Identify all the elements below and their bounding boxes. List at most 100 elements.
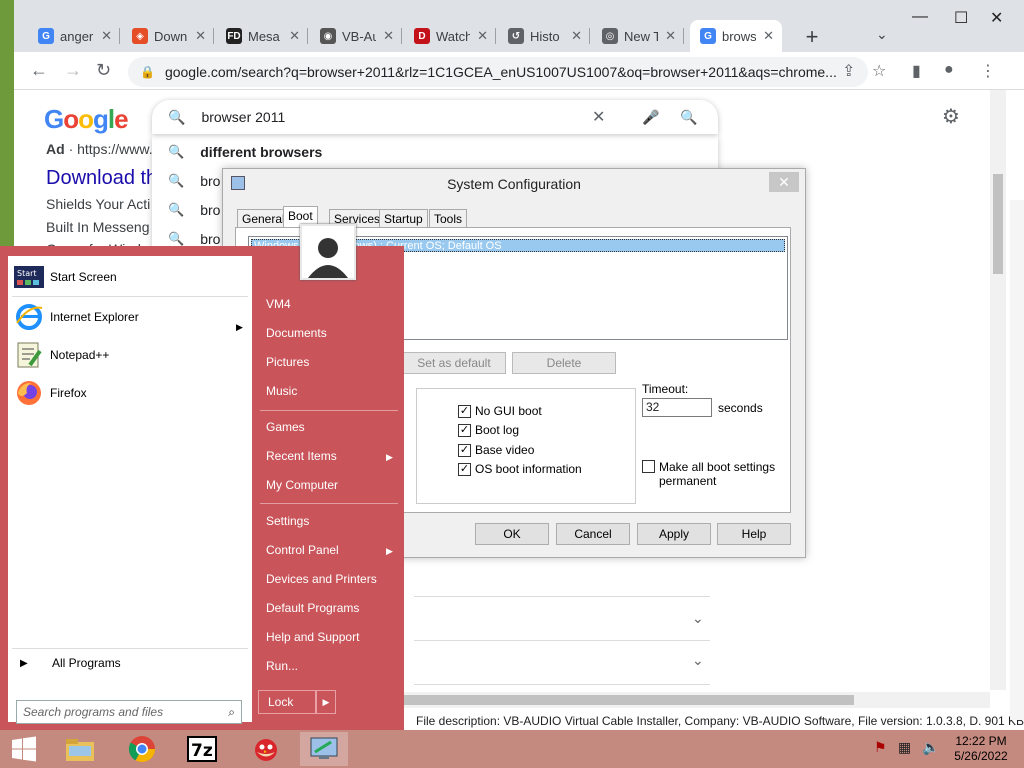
google-logo[interactable]: Google [44,104,129,135]
settings-item[interactable]: Settings [266,514,309,528]
os-boot-info-checkbox[interactable]: ✓ OS boot information [458,462,582,476]
back-button[interactable]: ← [30,60,48,81]
no-gui-boot-checkbox[interactable]: ✓ No GUI boot [458,404,542,418]
cancel-button[interactable]: Cancel [556,523,630,545]
suggestion-item[interactable]: 🔍 bro [168,231,220,247]
vm4-item[interactable]: VM4 [266,297,291,311]
close-tab-icon[interactable]: ✕ [289,28,300,44]
close-tab-icon[interactable]: ✕ [101,28,112,44]
close-window-button[interactable]: ✕ [990,8,1003,28]
firefox-item[interactable]: Firefox [14,378,87,408]
maximize-button[interactable]: ☐ [954,8,968,28]
close-tab-icon[interactable]: ✕ [763,28,774,44]
minimize-button[interactable]: — [912,8,928,26]
address-bar[interactable]: 🔒 google.com/search?q=browser+2011&rlz=1… [128,57,868,87]
scrollbar-thumb[interactable] [993,174,1003,274]
apply-button[interactable]: Apply [637,523,711,545]
internet-explorer-item[interactable]: Internet Explorer [14,302,139,332]
timeout-input[interactable]: 32 [642,398,712,417]
devices-printers-item[interactable]: Devices and Printers [266,572,377,586]
browser-tab[interactable]: Gbrows ✕ [690,20,782,52]
my-computer-item[interactable]: My Computer [266,478,338,492]
msconfig-taskbar-button[interactable] [300,732,348,766]
boot-log-checkbox[interactable]: ✓ Boot log [458,423,519,437]
clear-search-icon[interactable]: ✕ [592,107,605,127]
search-submit-icon[interactable]: 🔍 [680,109,697,126]
browser-tab[interactable]: ◉ VB-Au ✕ [310,22,402,50]
clock-time: 12:22 PM [955,734,1007,748]
make-permanent-checkbox[interactable]: Make all boot settings permanent [642,460,779,488]
forward-button[interactable]: → [64,60,82,81]
close-tab-icon[interactable]: ✕ [665,28,676,44]
checkbox-checked-icon: ✓ [458,443,471,457]
help-support-item[interactable]: Help and Support [266,630,359,644]
tab-startup[interactable]: Startup [379,209,428,227]
browser-tab[interactable]: ◎ New T ✕ [592,22,684,50]
new-tab-button[interactable]: + [800,24,824,50]
notepadpp-item[interactable]: Notepad++ [14,340,109,370]
ad-title-link[interactable]: Download th [46,167,157,190]
help-button[interactable]: Help [717,523,791,545]
default-programs-item[interactable]: Default Programs [266,601,359,615]
suggestion-item[interactable]: 🔍 bro [168,173,220,189]
lock-button[interactable]: Lock [258,690,316,714]
search-icon: 🔍 [168,108,186,125]
reload-button[interactable]: ↻ [96,60,111,81]
base-video-checkbox[interactable]: ✓ Base video [458,443,534,457]
google-search-box[interactable]: 🔍 browser 2011 ✕ 🎤 🔍 [152,100,718,134]
dialog-close-button[interactable]: ✕ [769,172,799,192]
tab-tools[interactable]: Tools [429,209,468,227]
url-text: google.com/search?q=browser+2011&rlz=1C1… [164,64,837,80]
chevron-down-icon[interactable]: ⌄ [692,652,704,669]
pictures-item[interactable]: Pictures [266,355,309,369]
browser-tab[interactable]: ◈ Down ✕ [122,22,214,50]
browser-tab[interactable]: D Watch ✕ [404,22,496,50]
tab-general[interactable]: General [237,209,290,227]
bookmark-star-icon[interactable]: ☆ [872,61,886,81]
browser-tab[interactable]: FD Mesa ✕ [216,22,308,50]
games-item[interactable]: Games [266,420,305,434]
tab-search-button[interactable]: ⌄ [876,26,888,43]
start-search-input[interactable]: Search programs and files ⌕ [16,700,242,724]
user-avatar[interactable] [300,224,356,280]
start-button[interactable] [0,732,48,766]
suggestion-item[interactable]: 🔍 different browsers [168,144,322,160]
network-icon[interactable]: ▦ [898,739,911,756]
file-explorer-taskbar-button[interactable] [56,732,104,766]
volume-icon[interactable]: 🔈 [922,739,939,756]
chrome-taskbar-button[interactable] [118,732,166,766]
chevron-down-icon[interactable]: ⌄ [692,610,704,627]
chrome-menu-icon[interactable]: ⋮ [980,61,996,81]
angry-birds-taskbar-button[interactable] [242,732,290,766]
close-tab-icon[interactable]: ✕ [571,28,582,44]
control-panel-item[interactable]: Control Panel [266,543,339,557]
close-tab-icon[interactable]: ✕ [477,28,488,44]
system-clock[interactable]: 12:22 PM 5/26/2022 [944,734,1018,764]
recent-items-item[interactable]: Recent Items [266,449,337,463]
share-icon[interactable]: ⇪ [842,61,855,81]
ok-button[interactable]: OK [475,523,549,545]
settings-gear-icon[interactable]: ⚙ [942,104,960,129]
music-item[interactable]: Music [266,384,297,398]
side-panel-icon[interactable]: ▮ [912,61,921,81]
set-as-default-button[interactable]: Set as default [402,352,506,374]
scrollbar-thumb[interactable] [404,695,854,705]
close-tab-icon[interactable]: ✕ [195,28,206,44]
voice-search-icon[interactable]: 🎤 [642,109,659,126]
vertical-scrollbar[interactable] [990,90,1006,690]
run-item[interactable]: Run... [266,659,298,673]
7zip-taskbar-button[interactable]: 7z [178,732,226,766]
delete-button[interactable]: Delete [512,352,616,374]
documents-item[interactable]: Documents [266,326,327,340]
horizontal-scrollbar[interactable] [404,692,990,708]
close-tab-icon[interactable]: ✕ [383,28,394,44]
action-center-flag-icon[interactable]: ⚑ [874,739,887,756]
all-programs-item[interactable]: ▶ All Programs [20,656,121,670]
start-screen-item[interactable]: Start Start Screen [14,262,117,292]
status-bar: File description: VB-AUDIO Virtual Cable… [414,712,1024,730]
browser-tab[interactable]: Ganger ✕ [28,22,120,50]
profile-icon[interactable]: ● [944,61,954,79]
suggestion-item[interactable]: 🔍 bro [168,202,220,218]
lock-options-arrow[interactable]: ▶ [316,690,336,714]
browser-tab[interactable]: ↺ Histo ✕ [498,22,590,50]
